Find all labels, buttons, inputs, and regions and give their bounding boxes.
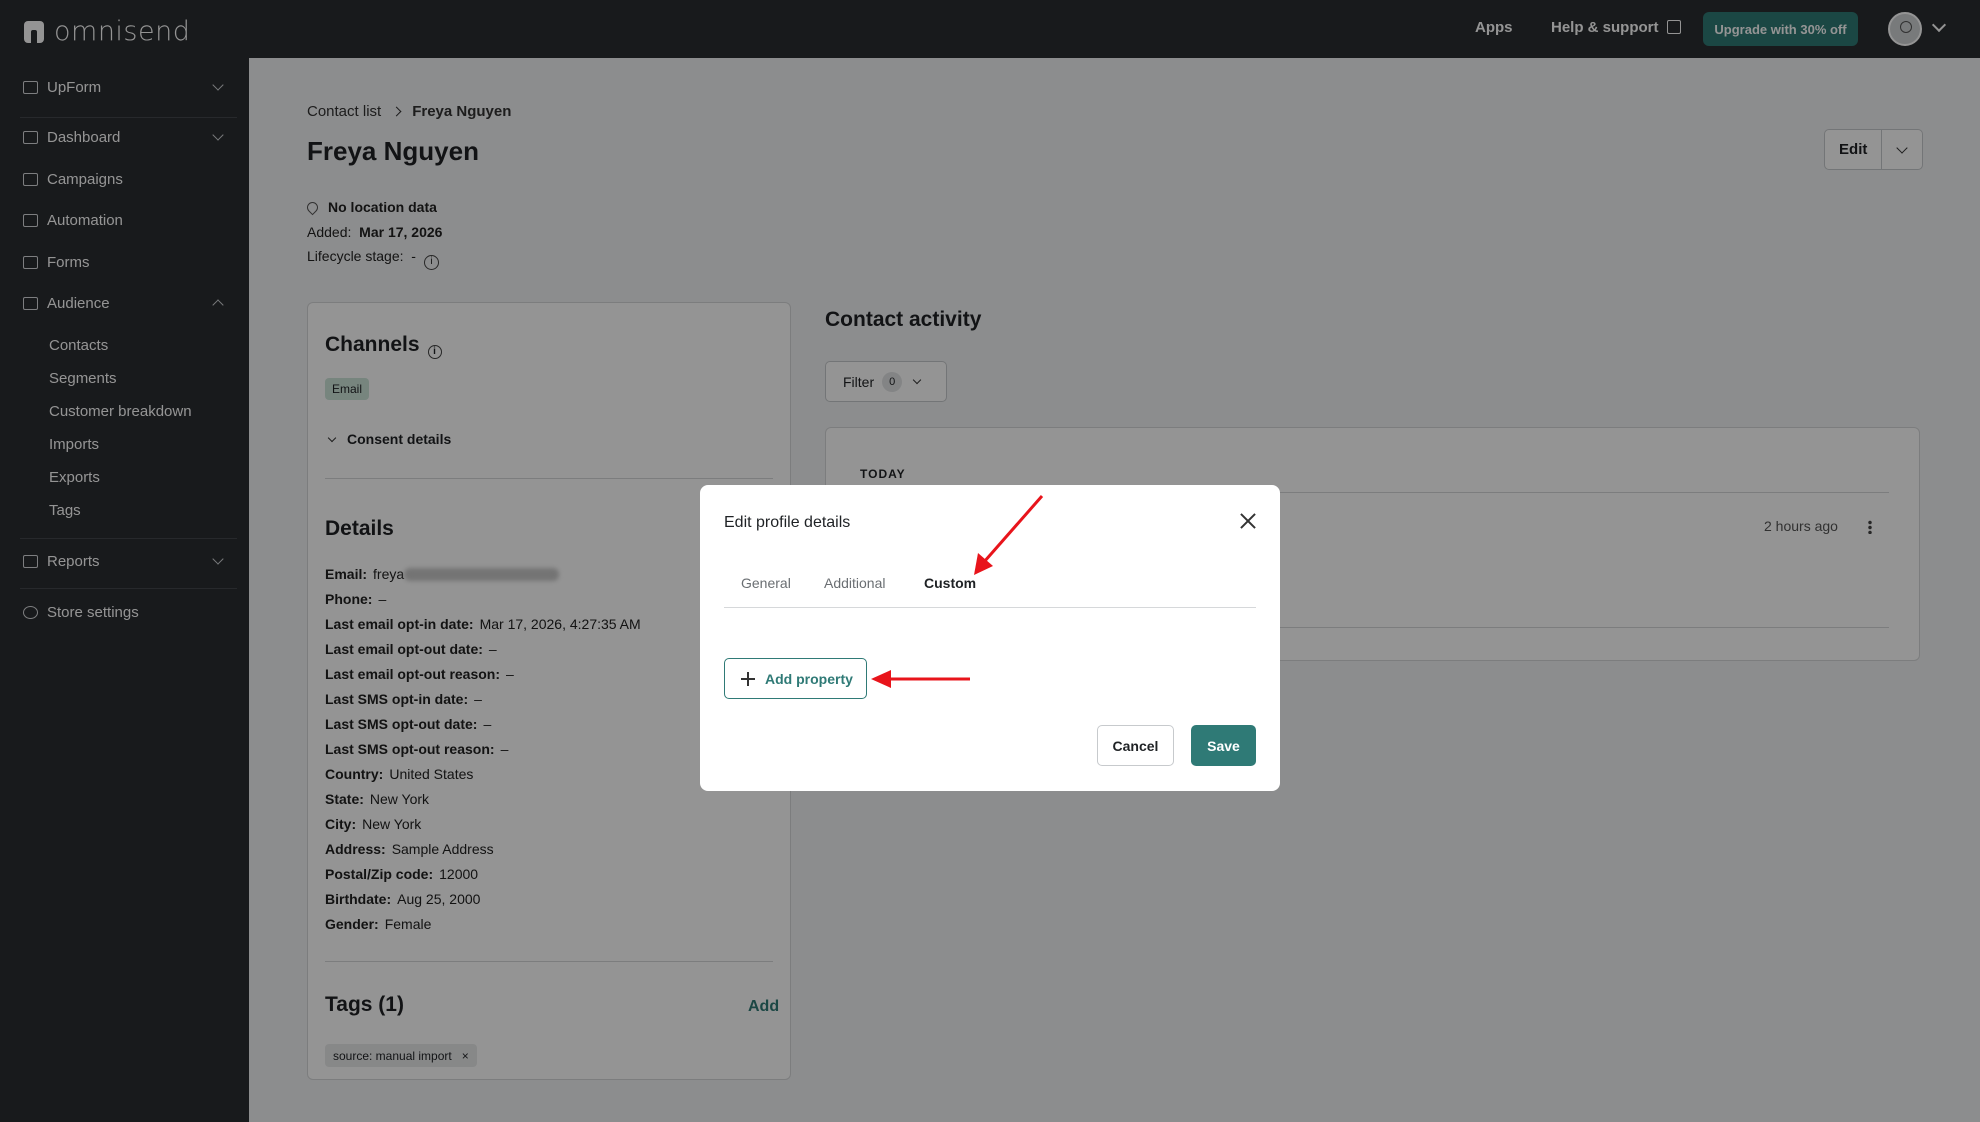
cancel-button[interactable]: Cancel: [1097, 725, 1174, 766]
modal-title: Edit profile details: [724, 514, 851, 531]
add-property-button[interactable]: Add property: [724, 658, 867, 699]
tab-additional[interactable]: Additional: [824, 575, 886, 591]
add-property-label: Add property: [765, 670, 853, 687]
close-icon[interactable]: [1238, 511, 1258, 531]
tab-custom[interactable]: Custom: [924, 575, 976, 591]
tabs-divider: [724, 607, 1256, 608]
plus-icon: [741, 671, 755, 686]
save-button[interactable]: Save: [1191, 725, 1256, 766]
tab-general[interactable]: General: [741, 575, 791, 591]
edit-profile-modal: Edit profile details General Additional …: [700, 485, 1280, 791]
